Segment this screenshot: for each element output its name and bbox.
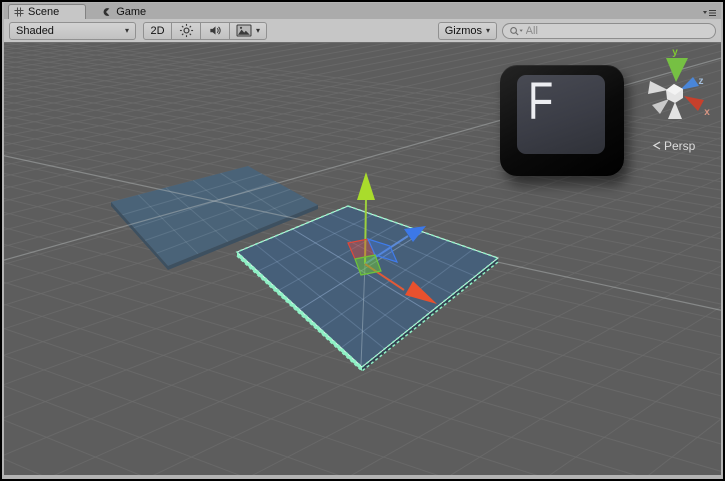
- f-key-label: F: [528, 75, 553, 129]
- gizmos-dropdown[interactable]: Gizmos ▾: [438, 22, 497, 40]
- chevron-down-icon: ▾: [125, 27, 129, 35]
- scene-viewport[interactable]: y z x Persp F: [4, 43, 721, 475]
- chevron-down-icon: ▾: [256, 27, 260, 35]
- draw-mode-dropdown[interactable]: Shaded ▾: [9, 22, 136, 40]
- search-icon: [509, 25, 524, 37]
- chevron-down-icon: ▾: [486, 27, 490, 35]
- image-icon: [236, 24, 252, 37]
- view-toggle-group: 2D: [143, 22, 267, 40]
- draw-mode-label: Shaded: [16, 25, 54, 37]
- sun-icon: [179, 23, 194, 38]
- scene-grid-icon: [14, 7, 24, 17]
- tab-scene[interactable]: Scene: [8, 4, 86, 19]
- axis-x-label[interactable]: x: [704, 107, 710, 118]
- axis-z-label[interactable]: z: [699, 76, 704, 87]
- lighting-toggle-button[interactable]: [172, 22, 201, 40]
- f-key-overlay: F: [500, 65, 624, 176]
- search-input[interactable]: [526, 25, 711, 37]
- tab-options-icon[interactable]: [701, 7, 717, 19]
- f-keycap-face: F: [517, 75, 605, 154]
- menu-lines-icon: [701, 8, 717, 18]
- gizmos-label: Gizmos: [445, 25, 482, 37]
- game-icon: [100, 6, 112, 18]
- tab-game-label: Game: [116, 6, 146, 18]
- window-frame: Scene Game Shaded ▾: [2, 2, 723, 479]
- toggle-2d-button[interactable]: 2D: [143, 22, 172, 40]
- tab-game[interactable]: Game: [92, 4, 154, 19]
- axis-y-label[interactable]: y: [672, 47, 678, 58]
- unity-scene-window: Scene Game Shaded ▾: [0, 0, 725, 481]
- tab-scene-label: Scene: [28, 6, 59, 18]
- search-field[interactable]: [502, 23, 716, 39]
- audio-toggle-button[interactable]: [201, 22, 230, 40]
- tab-bar: Scene Game: [4, 3, 721, 19]
- toggle-2d-label: 2D: [150, 25, 164, 37]
- effects-dropdown-button[interactable]: ▾: [230, 22, 267, 40]
- scene-toolbar: Shaded ▾ 2D: [4, 19, 721, 43]
- speaker-icon: [208, 23, 223, 38]
- projection-label[interactable]: Persp: [664, 139, 696, 153]
